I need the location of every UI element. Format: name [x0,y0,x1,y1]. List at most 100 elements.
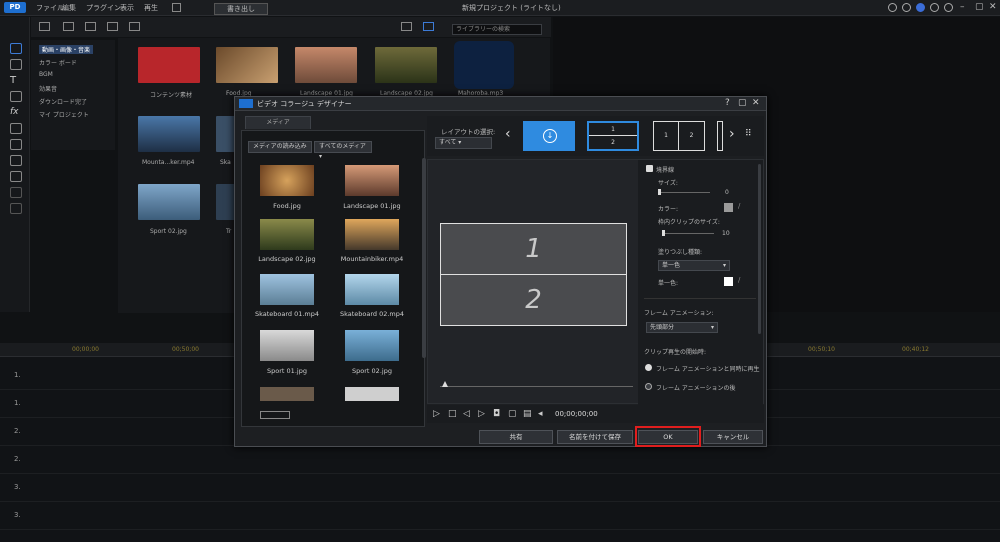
mask-room-icon[interactable] [10,155,22,166]
menu-file[interactable]: ファイル [36,3,64,13]
category-my-projects[interactable]: マイ プロジェクト [39,110,89,119]
clip-start-radio-2[interactable] [645,383,652,390]
layout-partial[interactable] [717,121,723,151]
library-item[interactable] [138,47,200,83]
grid-icon[interactable]: ⠿ [745,129,752,139]
particle-room-icon[interactable] [10,139,22,150]
list-view-icon[interactable] [401,22,412,31]
collage-cell[interactable]: 1 [440,223,627,275]
border-color-swatch[interactable] [724,203,733,212]
media-thumbnail[interactable] [260,330,314,361]
layout-filter-select[interactable]: すべて ▾ [435,137,492,149]
fullscreen-icon[interactable]: ▢ [508,409,517,419]
properties-scrollbar[interactable] [758,164,761,334]
subtitles-icon[interactable]: ▤ [523,409,532,419]
size-slider-knob[interactable] [658,189,661,195]
media-thumbnail[interactable] [345,387,399,401]
chapter-room-icon[interactable] [10,187,22,198]
subtitle-room-icon[interactable] [10,203,22,214]
fullscreen-icon[interactable] [172,3,181,12]
category-sfx[interactable]: 効果音 [39,84,57,93]
scrub-handle[interactable] [442,381,448,387]
library-item[interactable] [216,47,278,83]
grid-view-icon[interactable] [423,22,434,31]
category-bgm[interactable]: BGM [39,71,53,78]
layout-2-col[interactable]: 1 2 [653,121,705,151]
menu-view[interactable]: 表示 [120,3,134,13]
library-item[interactable] [295,47,357,83]
chevron-right-icon[interactable]: › [729,126,735,142]
prev-frame-icon[interactable]: ◁ [463,409,470,419]
library-item[interactable] [216,116,236,152]
media-thumbnail[interactable] [345,330,399,361]
snapshot-icon[interactable]: ◘ [493,409,500,419]
scrub-track[interactable] [440,386,633,387]
media-thumbnail[interactable] [345,274,399,305]
image-filter-icon[interactable] [107,22,118,31]
menu-edit[interactable]: 編集 [62,3,76,13]
timeline-track[interactable]: 3. [0,502,1000,530]
clip-size-slider-knob[interactable] [662,230,665,236]
transition-room-icon[interactable] [10,91,22,102]
media-room-icon[interactable] [10,43,22,54]
maximize-icon[interactable]: ▢ [738,98,747,108]
single-color-swatch[interactable] [724,277,733,286]
save-as-button[interactable]: 名前を付けて保存 [557,430,633,444]
media-thumbnail[interactable] [260,165,314,196]
library-item[interactable] [454,41,514,89]
timeline-track[interactable]: 3. [0,474,1000,502]
plugin-icon[interactable] [63,22,74,31]
library-search-input[interactable]: ライブラリーの検索 [452,24,542,35]
cancel-button[interactable]: キャンセル [703,430,763,444]
clip-start-radio-1[interactable] [645,364,652,371]
minimize-icon[interactable]: – [960,2,965,12]
notification-icon[interactable] [944,3,953,12]
share-button[interactable]: 共有 [479,430,553,444]
close-icon[interactable]: ✕ [752,98,760,108]
account-icon[interactable] [916,3,925,12]
info-icon[interactable] [902,3,911,12]
clip-size-slider[interactable] [662,233,714,234]
size-slider[interactable] [658,192,710,193]
settings-icon[interactable] [930,3,939,12]
frame-anim-select[interactable]: 先頭部分 ▾ [646,322,718,333]
eyedropper-icon[interactable]: / [738,202,740,210]
media-thumbnail[interactable] [345,219,399,250]
close-icon[interactable]: ✕ [989,2,997,12]
export-button[interactable]: 書き出し [214,3,268,15]
effect-room-icon[interactable] [10,59,22,70]
pip-room-icon[interactable] [10,123,22,134]
category-media[interactable]: 動画・画像・音楽 [39,45,94,54]
video-filter-icon[interactable] [85,22,96,31]
library-item[interactable] [216,184,236,220]
import-media-button[interactable]: メディアの読み込み [248,141,312,153]
media-thumbnail[interactable] [260,387,314,401]
eyedropper-icon[interactable]: / [738,276,740,284]
stop-icon[interactable]: □ [448,409,457,419]
import-icon[interactable] [39,22,50,31]
maximize-icon[interactable]: ▢ [975,2,984,12]
library-item[interactable] [138,116,200,152]
title-room-icon[interactable]: T [10,75,22,86]
layout-download[interactable]: ↓ [523,121,575,151]
audio-filter-icon[interactable] [129,22,140,31]
media-filter-select[interactable]: すべてのメディア ▾ [314,141,372,160]
volume-icon[interactable]: ◂ [538,409,543,419]
media-scrollbar[interactable] [422,158,426,358]
category-color-board[interactable]: カラー ボード [39,58,77,67]
category-downloads[interactable]: ダウンロード完了 [39,97,87,106]
timeline-track[interactable]: 2. [0,446,1000,474]
library-item[interactable] [138,184,200,220]
cart-icon[interactable] [888,3,897,12]
border-checkbox[interactable] [646,165,653,172]
layout-2-row[interactable]: 1 2 [587,121,639,151]
media-thumbnail[interactable] [260,219,314,250]
fx-room-icon[interactable]: fx [10,107,22,118]
chevron-left-icon[interactable]: ‹ [505,126,511,142]
collage-cell[interactable]: 2 [440,274,627,326]
transition-icon[interactable] [260,411,290,419]
menu-plugin[interactable]: プラグイン [86,3,121,13]
media-thumbnail[interactable] [345,165,399,196]
play-icon[interactable]: ▷ [433,409,440,419]
audio-room-icon[interactable] [10,171,22,182]
